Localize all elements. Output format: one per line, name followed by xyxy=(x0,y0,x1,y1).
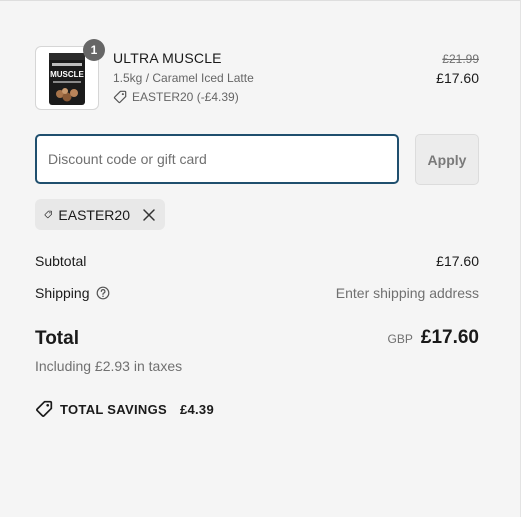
total-amount: GBP £17.60 xyxy=(388,327,479,349)
total-label: Total xyxy=(35,328,79,349)
total-value: £17.60 xyxy=(420,327,479,348)
currency-code: GBP xyxy=(387,332,413,346)
product-discount: EASTER20 (-£4.39) xyxy=(113,90,239,104)
product-discount-text: EASTER20 (-£4.39) xyxy=(132,90,239,104)
line-item: MUSCLE 1 ULTRA MUSCLE 1.5kg / Caramel Ic… xyxy=(35,39,479,110)
original-price: £21.99 xyxy=(442,52,479,66)
applied-discount-chip: EASTER20 xyxy=(35,199,165,230)
savings-value: £4.39 xyxy=(179,401,214,417)
quantity-badge: 1 xyxy=(83,39,105,61)
top-divider xyxy=(0,0,521,1)
product-variant: 1.5kg / Caramel Iced Latte xyxy=(113,71,254,85)
discount-code-input[interactable] xyxy=(35,134,399,184)
applied-discount-code: EASTER20 xyxy=(58,206,130,223)
product-brand-text: MUSCLE xyxy=(50,70,84,79)
total-savings: TOTAL SAVINGS £4.39 xyxy=(35,400,214,418)
product-bag-image: MUSCLE xyxy=(49,53,85,105)
apply-discount-button[interactable]: Apply xyxy=(415,134,479,185)
tag-icon xyxy=(113,90,127,104)
shipping-label-group: Shipping xyxy=(35,285,110,301)
taxes-note: Including £2.93 in taxes xyxy=(35,358,183,374)
shipping-label: Shipping xyxy=(35,285,90,301)
close-icon xyxy=(143,208,155,221)
product-name: ULTRA MUSCLE xyxy=(113,50,222,66)
help-icon[interactable] xyxy=(96,286,110,300)
subtotal-value: £17.60 xyxy=(436,253,479,269)
item-price: £17.60 xyxy=(436,70,479,86)
tag-icon xyxy=(44,210,52,219)
shipping-value: Enter shipping address xyxy=(335,285,479,301)
remove-discount-button[interactable] xyxy=(142,208,156,222)
subtotal-label: Subtotal xyxy=(35,253,87,269)
savings-label: TOTAL SAVINGS xyxy=(60,401,167,417)
tag-icon xyxy=(36,400,53,417)
